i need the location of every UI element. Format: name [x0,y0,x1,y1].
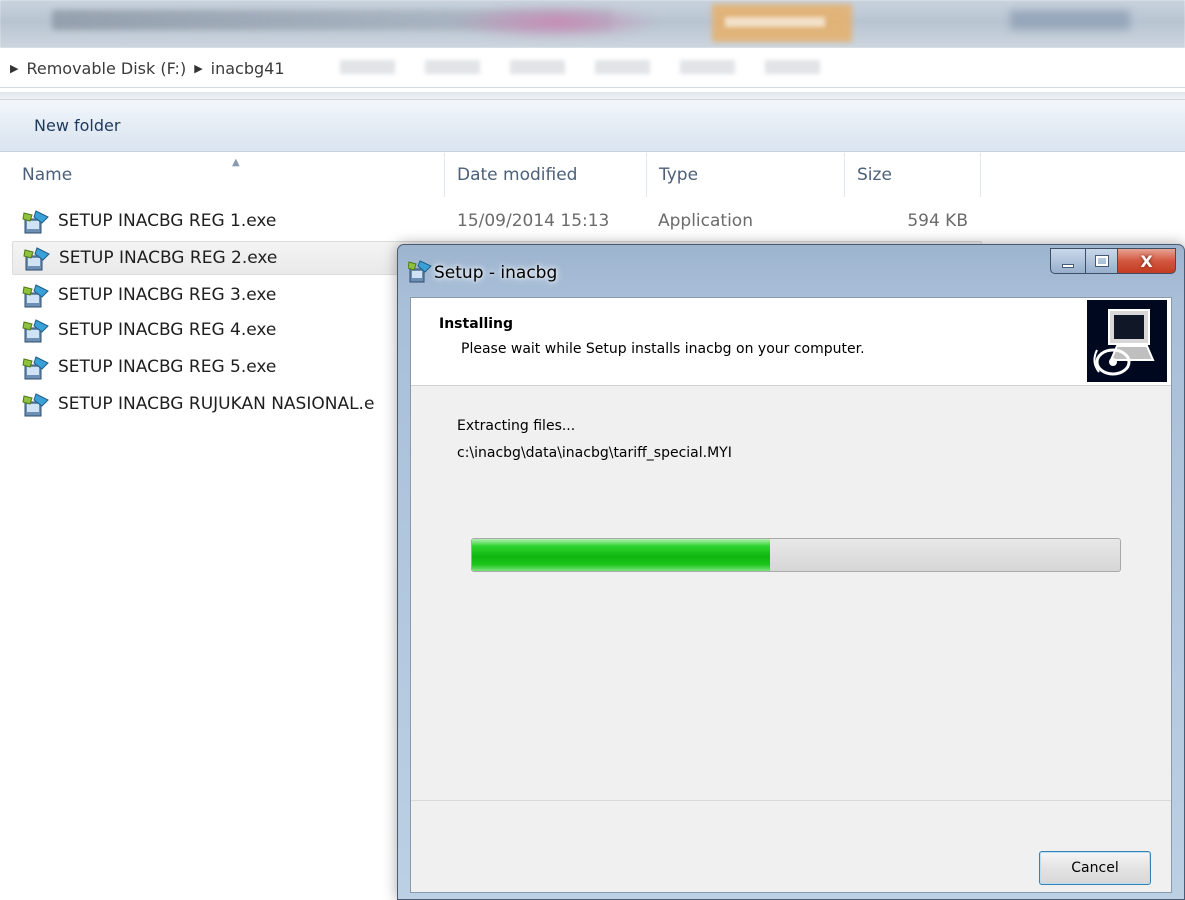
setup-dialog: Setup - inacbg X Installing Please wait … [397,244,1185,900]
window-controls: X [1050,248,1176,274]
column-header-size[interactable]: Size [847,153,981,197]
close-icon: X [1140,251,1153,271]
column-header-name-label: Name [22,165,73,185]
file-row-1[interactable]: SETUP INACBG REG 1.exe 15/09/2014 15:13 … [12,205,982,239]
file-name: SETUP INACBG REG 2.exe [59,248,278,268]
blurred-taskbar-highlight [450,4,660,40]
explorer-title-bar [0,0,1185,48]
header-title: Installing [439,316,514,332]
dialog-content: Extracting files... c:\inacbg\data\inacb… [411,388,1171,800]
status-text: Extracting files... [457,418,576,434]
computer-install-icon [1087,300,1167,382]
dialog-title: Setup - inacbg [434,263,558,283]
maximize-button[interactable] [1086,248,1118,274]
minimize-button[interactable] [1050,248,1086,274]
progress-fill [472,539,771,571]
file-size: 594 KB [907,211,968,231]
address-separator [0,92,1185,100]
minimize-icon [1062,264,1074,268]
file-type: Application [658,211,753,231]
close-button[interactable]: X [1118,248,1176,274]
dialog-body: Installing Please wait while Setup insta… [410,297,1172,893]
current-file-text: c:\inacbg\data\inacbg\tariff_special.MYI [457,445,732,461]
installer-exe-icon [23,247,50,271]
dialog-footer: Cancel [411,800,1171,892]
chevron-right-icon[interactable]: ▶ [194,62,202,75]
file-date: 15/09/2014 15:13 [457,211,610,231]
header-subtitle: Please wait while Setup installs inacbg … [461,341,865,357]
column-headers: ▲ Name Date modified Type Size [0,153,1185,197]
breadcrumb-item-drive[interactable]: Removable Disk (F:) [26,59,186,78]
file-name: SETUP INACBG REG 1.exe [58,211,277,231]
cancel-button[interactable]: Cancel [1039,851,1151,885]
breadcrumb: ▶ Removable Disk (F:) ▶ inacbg41 [10,55,285,81]
file-name: SETUP INACBG REG 5.exe [58,357,277,377]
column-header-date[interactable]: Date modified [447,153,647,197]
new-folder-button[interactable]: New folder [20,113,134,139]
column-header-name[interactable]: ▲ Name [12,153,445,197]
command-toolbar: New folder [0,100,1185,152]
address-ghost-menu [340,60,820,74]
maximize-icon [1094,255,1109,267]
installer-exe-icon [22,393,49,417]
chevron-right-icon[interactable]: ▶ [10,62,18,75]
setup-app-icon [408,260,432,283]
breadcrumb-item-folder[interactable]: inacbg41 [211,59,285,78]
installer-exe-icon [22,210,49,234]
blurred-title-controls [1010,10,1130,30]
installer-exe-icon [22,319,49,343]
installer-exe-icon [22,356,49,380]
column-header-type[interactable]: Type [649,153,845,197]
installer-exe-icon [22,284,49,308]
dialog-header: Installing Please wait while Setup insta… [411,298,1171,386]
blurred-ribbon-tab-text [725,17,825,27]
screen: ▶ Removable Disk (F:) ▶ inacbg41 New fol… [0,0,1185,900]
progress-bar [471,538,1121,572]
file-name: SETUP INACBG REG 3.exe [58,285,277,305]
file-name: SETUP INACBG RUJUKAN NASIONAL.e [58,394,375,414]
sort-ascending-icon: ▲ [232,157,240,168]
file-name: SETUP INACBG REG 4.exe [58,320,277,340]
